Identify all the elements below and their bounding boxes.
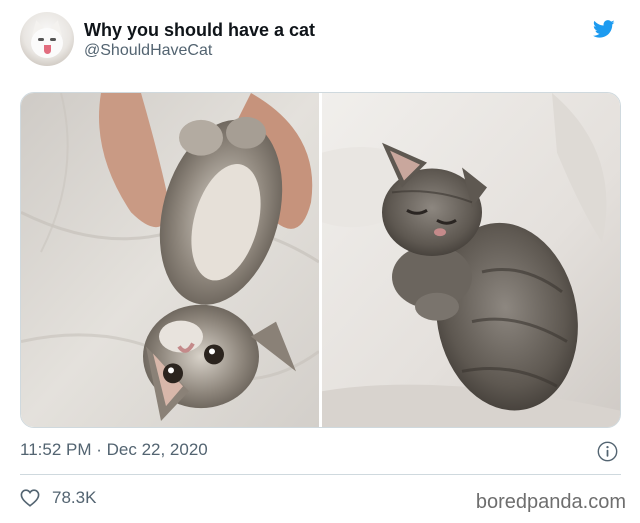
twitter-bird-icon[interactable] [592,18,616,40]
kitten-sleeping-image [322,93,620,427]
heart-icon [20,489,40,507]
kitten-sleeping-photo[interactable] [322,93,620,427]
author-display-name[interactable]: Why you should have a cat [84,20,315,40]
avatar-tongue [44,45,51,54]
author-handle[interactable]: @ShouldHaveCat [84,41,315,61]
divider [20,474,621,475]
tweet-card: Why you should have a cat @ShouldHaveCat [0,0,640,523]
watermark: boredpanda.com [475,491,626,513]
kitten-belly-up-image [21,93,319,427]
tweet-media[interactable] [20,92,621,428]
like-count: 78.3K [52,488,97,507]
tweet-header: Why you should have a cat @ShouldHaveCat [20,12,624,70]
like-button[interactable]: 78.3K [20,487,96,509]
avatar[interactable] [20,12,74,66]
avatar-eye [38,38,44,41]
avatar-eye [50,38,56,41]
author-info: Why you should have a cat @ShouldHaveCat [84,20,315,61]
kitten-belly-up-photo[interactable] [21,93,319,427]
tweet-timestamp[interactable]: 11:52 PM · Dec 22, 2020 [20,440,208,460]
info-icon[interactable] [597,441,618,462]
